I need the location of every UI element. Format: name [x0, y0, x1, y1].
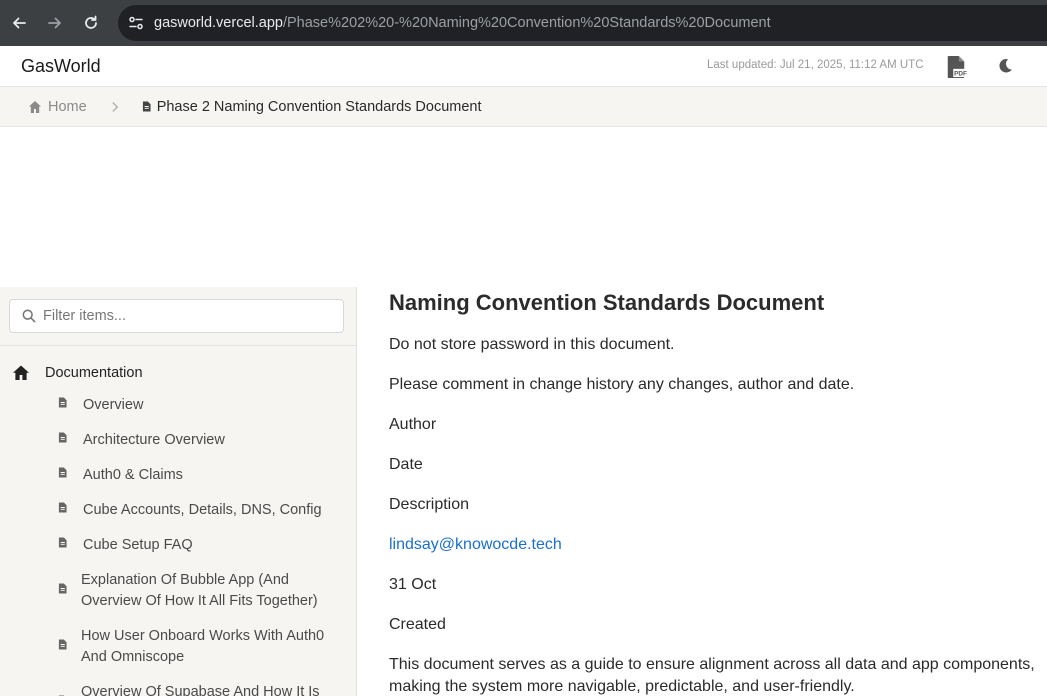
paragraph: Description: [389, 496, 470, 513]
sidebar-item-label: Auth0 & Claims: [83, 467, 183, 483]
sidebar-item-auth0-claims[interactable]: Auth0 & Claims: [0, 465, 356, 486]
moon-icon: [999, 58, 1012, 73]
forward-button[interactable]: [38, 6, 72, 40]
url-text: gasworld.vercel.app/Phase%202%20-%20Nami…: [154, 15, 771, 31]
main-content: Naming Convention Standards Document Do …: [389, 287, 1039, 696]
breadcrumb-home-label: Home: [48, 98, 87, 115]
nav-list: Overview Architecture Overview Auth0 & C…: [0, 395, 356, 696]
chevron-right-icon: [111, 101, 120, 113]
home-icon: [13, 365, 29, 380]
reload-button[interactable]: [74, 6, 108, 40]
home-icon: [29, 100, 41, 113]
document-icon: [58, 397, 67, 408]
app-title[interactable]: GasWorld: [21, 56, 101, 77]
search-icon: [22, 309, 36, 323]
breadcrumb-current-label: Phase 2 Naming Convention Standards Docu…: [156, 98, 482, 115]
sidebar-item-label: Cube Accounts, Details, DNS, Config: [83, 502, 322, 518]
breadcrumb-home[interactable]: Home: [28, 99, 87, 115]
paragraph: Do not store password in this document.: [389, 336, 675, 353]
sidebar-item-architecture-overview[interactable]: Architecture Overview: [0, 430, 356, 451]
sidebar-item-label: Cube Setup FAQ: [83, 537, 193, 553]
sidebar-item-documentation[interactable]: Documentation: [0, 360, 356, 386]
paragraph: This document serves as a guide to ensur…: [389, 656, 1035, 695]
browser-toolbar: gasworld.vercel.app/Phase%202%20-%20Nami…: [0, 0, 1047, 46]
sidebar-item-bubble-app[interactable]: Explanation Of Bubble App (And Overview …: [0, 570, 356, 612]
filter-box: [9, 299, 344, 333]
app-header: GasWorld Last updated: Jul 21, 2025, 11:…: [0, 46, 1047, 87]
paragraph: Author: [389, 416, 437, 433]
pdf-icon: PDF: [947, 56, 967, 78]
sidebar-item-label: Architecture Overview: [83, 432, 225, 448]
theme-toggle-button[interactable]: [993, 54, 1017, 78]
reload-icon: [85, 15, 97, 29]
download-pdf-button[interactable]: PDF: [944, 54, 968, 80]
sidebar: Documentation Overview Architecture Over…: [0, 287, 357, 696]
svg-text:PDF: PDF: [954, 71, 967, 78]
url-path: /Phase%202%20-%20Naming%20Convention%20S…: [282, 15, 771, 31]
document-icon: [58, 639, 67, 650]
document-icon: [58, 583, 67, 594]
paragraph: Please comment in change history any cha…: [389, 376, 855, 393]
last-updated-text: Last updated: Jul 21, 2025, 11:12 AM UTC: [707, 59, 924, 71]
breadcrumb: Home Phase 2 Naming Convention Standards…: [0, 87, 1047, 127]
paragraph: lindsay@knowocde.tech: [389, 534, 1039, 556]
document-icon: [142, 101, 151, 112]
sidebar-item-label: Overview Of Supabase And How It Is: [81, 684, 320, 696]
nav-tree: Documentation Overview Architecture Over…: [0, 360, 356, 696]
sidebar-item-overview[interactable]: Overview: [0, 395, 356, 416]
paragraph: Date: [389, 456, 423, 473]
sidebar-item-label: Overview: [83, 397, 144, 413]
arrow-right-icon: [48, 17, 61, 29]
filter-input[interactable]: [43, 308, 323, 324]
sidebar-item-supabase[interactable]: Overview Of Supabase And How It Is: [0, 682, 356, 696]
paragraph: 31 Oct: [389, 576, 437, 593]
sidebar-item-label: Explanation Of Bubble App (And Overview …: [81, 572, 318, 609]
document-icon: [58, 467, 67, 478]
breadcrumb-current: Phase 2 Naming Convention Standards Docu…: [142, 99, 482, 115]
document-icon: [58, 432, 67, 443]
sidebar-item-user-onboard[interactable]: How User Onboard Works With Auth0 And Om…: [0, 626, 356, 668]
document-icon: [58, 502, 67, 513]
author-email-link[interactable]: lindsay@knowocde.tech: [389, 536, 562, 553]
document-icon: [58, 537, 67, 548]
back-button[interactable]: [2, 6, 36, 40]
sidebar-item-label: Documentation: [45, 365, 143, 381]
page-title: Naming Convention Standards Document: [389, 290, 825, 315]
sidebar-item-label: How User Onboard Works With Auth0 And Om…: [81, 628, 325, 665]
sidebar-item-cube-accounts[interactable]: Cube Accounts, Details, DNS, Config: [0, 500, 356, 521]
sidebar-item-cube-setup-faq[interactable]: Cube Setup FAQ: [0, 535, 356, 556]
arrow-left-icon: [13, 17, 26, 29]
divider: [0, 345, 356, 346]
paragraph: Created: [389, 616, 446, 633]
site-settings-icon[interactable]: [118, 5, 154, 41]
url-host: gasworld.vercel.app: [154, 15, 283, 31]
address-bar[interactable]: gasworld.vercel.app/Phase%202%20-%20Nami…: [118, 5, 1047, 41]
